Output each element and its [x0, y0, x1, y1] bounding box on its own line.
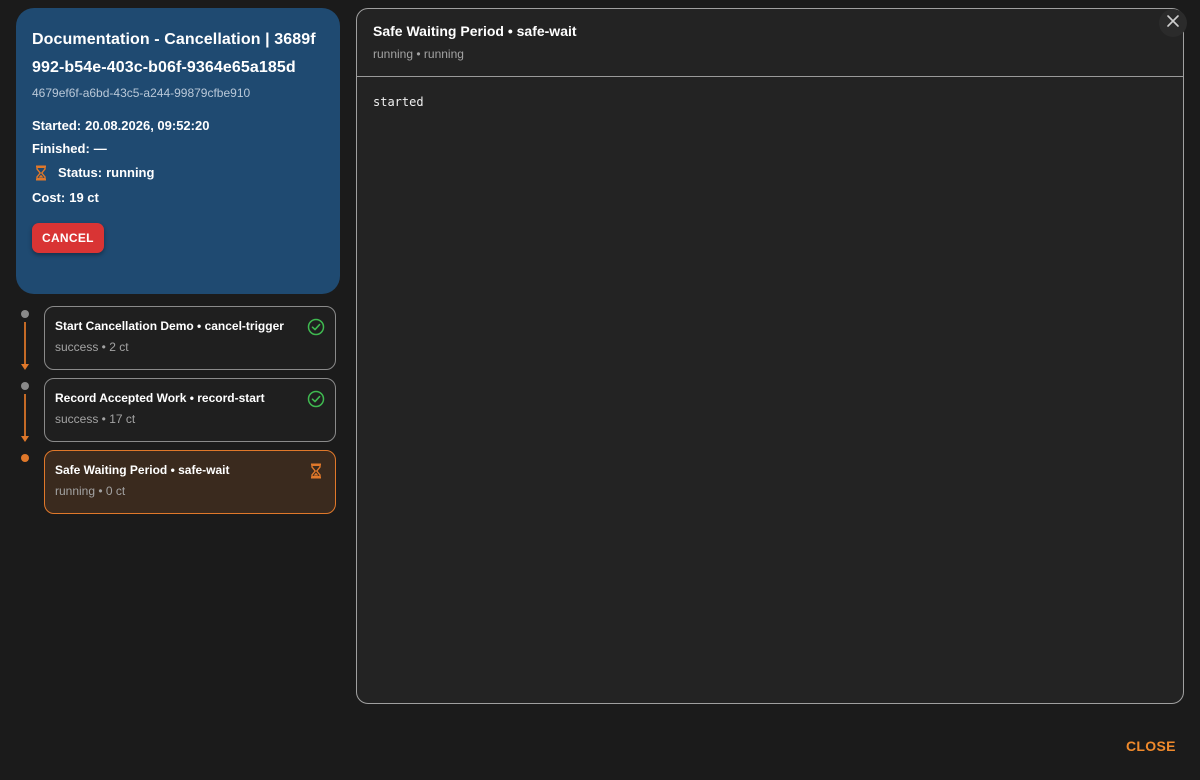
run-details-dialog: Documentation - Cancellation | 3689f992-… — [0, 0, 1200, 780]
cancel-button[interactable]: CANCEL — [32, 223, 104, 253]
status-value: running — [106, 165, 155, 180]
step-card-record-start[interactable]: Record Accepted Work • record-start succ… — [44, 378, 336, 442]
run-summary-card: Documentation - Cancellation | 3689f992-… — [16, 8, 340, 294]
timeline-arrow — [21, 436, 29, 442]
detail-log: started — [373, 95, 424, 109]
status-label: Status: — [58, 165, 103, 180]
hourglass-icon — [32, 164, 50, 182]
close-button[interactable]: CLOSE — [1120, 736, 1182, 756]
cost-value: 19 ct — [69, 190, 99, 205]
close-icon — [1166, 14, 1180, 33]
step-title: Safe Waiting Period • safe-wait — [55, 463, 230, 477]
started-value: 20.08.2026, 09:52:20 — [85, 118, 210, 133]
check-circle-icon — [307, 318, 325, 336]
finished-row: Finished: — — [32, 141, 324, 157]
step-title: Record Accepted Work • record-start — [55, 391, 265, 405]
detail-title: Safe Waiting Period • safe-wait — [373, 23, 577, 39]
cost-label: Cost: — [32, 190, 66, 205]
timeline-connector — [24, 394, 26, 436]
hourglass-icon — [307, 462, 325, 480]
run-id: 4679ef6f-a6bd-43c5-a244-99879cfbe910 — [32, 86, 251, 100]
step-meta: success • 17 ct — [55, 412, 136, 426]
step-meta: running • 0 ct — [55, 484, 126, 498]
finished-label: Finished: — [32, 141, 90, 156]
detail-subtitle: running • running — [373, 47, 464, 61]
cost-row: Cost: 19 ct — [32, 190, 324, 206]
step-card-safe-wait[interactable]: Safe Waiting Period • safe-wait running … — [44, 450, 336, 514]
step-meta: success • 2 ct — [55, 340, 129, 354]
step-title: Start Cancellation Demo • cancel-trigger — [55, 319, 284, 333]
check-circle-icon — [307, 390, 325, 408]
finished-value: — — [93, 141, 107, 156]
run-title: Documentation - Cancellation | 3689f992-… — [32, 31, 316, 76]
timeline-dot — [21, 382, 29, 390]
detail-header: Safe Waiting Period • safe-wait running … — [357, 9, 1183, 77]
step-card-cancel-trigger[interactable]: Start Cancellation Demo • cancel-trigger… — [44, 306, 336, 370]
timeline-dot-active — [21, 454, 29, 462]
timeline-connector — [24, 322, 26, 364]
timeline-arrow — [21, 364, 29, 370]
started-row: Started: 20.08.2026, 09:52:20 — [32, 118, 324, 134]
status-row: Status: running — [32, 164, 324, 182]
timeline-dot — [21, 310, 29, 318]
started-label: Started: — [32, 118, 82, 133]
step-detail-panel: Safe Waiting Period • safe-wait running … — [356, 8, 1184, 704]
close-icon-button[interactable] — [1159, 9, 1187, 37]
